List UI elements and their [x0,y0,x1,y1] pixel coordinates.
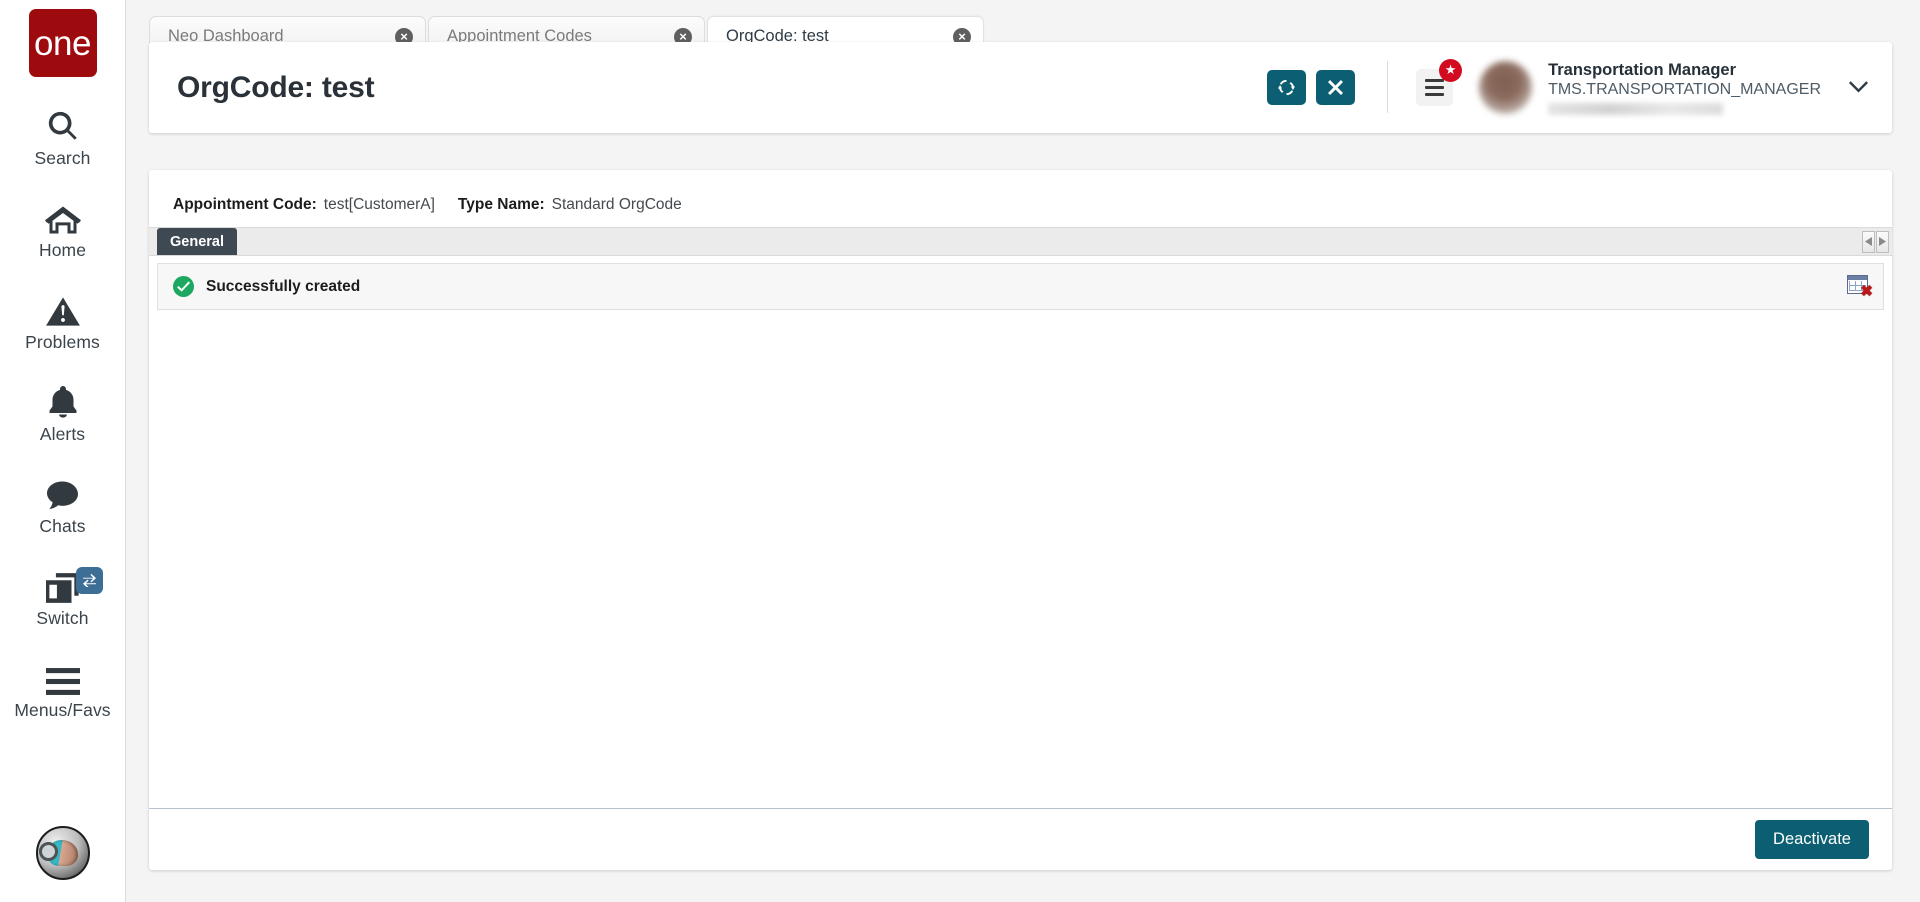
main-area: Neo Dashboard × Appointment Codes × OrgC… [126,0,1920,902]
chat-bubble-icon [46,471,79,511]
sidebar-item-label: Menus/Favs [14,700,111,720]
windows-stack-icon [45,563,80,603]
arrow-right-icon [1879,237,1886,246]
sidebar-item-chats[interactable]: Chats [0,471,126,537]
deactivate-button[interactable]: Deactivate [1755,820,1869,859]
red-x-overlay: ✖ [1860,282,1873,300]
type-name-label: Type Name: [457,196,545,213]
swap-arrows-icon[interactable] [75,567,103,594]
logo-text: one [34,23,91,63]
record-summary: Appointment Code: test[CustomerA] Type N… [149,170,1892,227]
user-role: TMS.TRANSPORTATION_MANAGER [1548,81,1821,99]
grid-remove-icon[interactable]: ✖ [1847,274,1873,300]
sidebar-item-label: Problems [25,332,100,352]
sidebar-item-switch[interactable]: Switch [0,563,126,629]
close-x-icon [1328,79,1344,95]
user-name: Transportation Manager [1548,60,1737,79]
sidebar-item-search[interactable]: Search [0,103,126,169]
appointment-code-label: Appointment Code: [173,196,317,213]
sidebar-item-label: Chats [39,516,86,536]
search-icon [46,103,80,143]
tab-general[interactable]: General [157,228,237,255]
sidebar-item-label: Search [34,148,91,168]
left-navigation-rail: one Search Home Problems Alerts Chats Sw… [0,0,126,902]
content-blank-area [149,310,1892,808]
status-message-row: Successfully created ✖ [157,263,1884,310]
refresh-button[interactable] [1267,69,1307,105]
sidebar-item-menus-favs[interactable]: Menus/Favs [0,655,126,721]
robot-assistant-icon[interactable] [35,826,90,880]
one-logo[interactable]: one [28,9,97,77]
header-actions: ★ Transportation Manager TMS.TRANSPORTAT… [1257,58,1868,116]
content-tab-bar: General [149,227,1892,256]
header-divider [1387,61,1389,114]
sidebar-item-label: Switch [36,608,89,628]
warning-triangle-icon [45,287,80,327]
chevron-down-icon [1849,81,1868,93]
content-card: Appointment Code: test[CustomerA] Type N… [149,170,1892,870]
appointment-code-value: test[CustomerA] [323,196,435,213]
sidebar-item-label: Home [38,240,87,260]
user-menu-chevron[interactable] [1849,81,1868,93]
hamburger-icon [45,655,80,695]
sidebar-item-label: Alerts [39,424,86,444]
type-name-value: Standard OrgCode [551,196,682,213]
star-icon: ★ [1439,58,1463,82]
page-title: OrgCode: test [177,70,375,104]
close-button[interactable] [1316,69,1356,105]
user-org-redacted [1548,103,1724,116]
robot-lens [38,842,58,861]
tab-general-label: General [170,233,224,250]
robot-face [38,840,78,866]
sidebar-item-problems[interactable]: Problems [0,287,126,353]
user-info[interactable]: Transportation Manager TMS.TRANSPORTATIO… [1548,60,1821,116]
sidebar-item-alerts[interactable]: Alerts [0,379,126,445]
refresh-icon [1277,78,1296,97]
content-footer: Deactivate [149,808,1892,870]
status-message-text: Successfully created [206,277,361,295]
app-root: one Search Home Problems Alerts Chats Sw… [0,0,1920,902]
home-icon [44,195,81,235]
arrow-left-icon [1865,237,1872,246]
scroll-left-button[interactable] [1862,230,1875,253]
avatar[interactable] [1479,60,1533,114]
bell-icon [48,379,78,419]
tab-scroll-controls [1862,228,1892,255]
scroll-right-button[interactable] [1876,230,1889,253]
sidebar-item-home[interactable]: Home [0,195,126,261]
page-header-card: OrgCode: test ★ Transportation Manager T… [149,42,1892,133]
header-menu-button[interactable]: ★ [1416,58,1463,106]
check-circle-icon [173,276,194,297]
